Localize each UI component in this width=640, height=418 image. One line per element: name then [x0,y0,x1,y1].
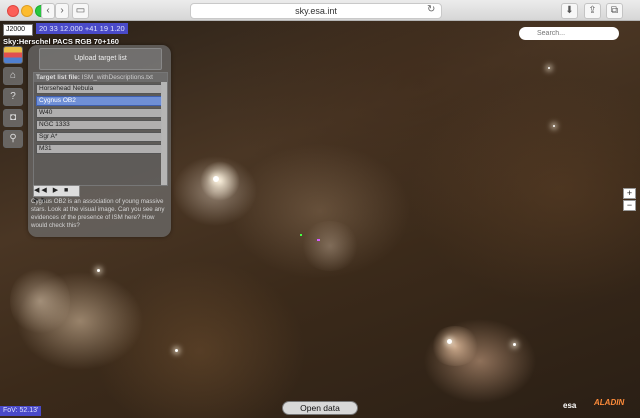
target-list-panel: Upload target list Target list file: ISM… [28,45,171,237]
star [447,339,452,344]
target-list-label: Target list file: [36,74,80,81]
list-item[interactable]: W40 [36,108,162,118]
frame-select[interactable]: J2000 [3,24,33,36]
list-item-selected[interactable]: Cygnus OB2 [36,96,162,106]
tool-panel: ⌂ ? ◘ ⚲ [3,46,23,151]
upload-target-list-button[interactable]: Upload target list [39,48,162,70]
help-button[interactable]: ? [3,88,23,106]
share-button[interactable]: ⇪ [584,3,601,19]
address-bar[interactable]: sky.esa.int [190,3,442,19]
nebula-glow [200,161,240,201]
sidebar-icon: ▭ [75,5,86,16]
refresh-icon[interactable]: ↻ [427,4,435,15]
sidebar-toggle-button[interactable]: ▭ [72,3,89,19]
walker-icon: ⚲ [9,133,17,144]
aladin-logo: ALADIN [594,398,625,407]
close-window-button[interactable] [7,5,19,17]
playback-controls[interactable]: ◀◀ ▶ ■ ▶▶ [33,185,80,204]
coordinates-readout: 20 33 12.000 +41 19 1.20 [36,23,128,34]
target-marker [300,234,302,236]
layers-button[interactable] [3,46,23,64]
list-item[interactable]: Sgr A* [36,132,162,142]
downloads-button[interactable]: ⬇ [561,3,578,19]
target-description: Cygnus OB2 is an association of young ma… [31,198,165,229]
list-item[interactable]: Horsehead Nebula [36,84,162,94]
screenshot-button[interactable]: ◘ [3,109,23,127]
nebula-glow [430,326,480,366]
share-icon: ⇪ [588,5,597,16]
fov-readout: FoV: 52.13' [0,406,42,416]
open-data-button[interactable]: Open data [282,401,358,415]
list-item[interactable]: M31 [36,144,162,154]
star [513,343,516,346]
minimize-window-button[interactable] [21,5,33,17]
download-icon: ⬇ [565,5,574,16]
target-list-header: Target list file: ISM_withDescriptions.t… [34,73,167,82]
zoom-out-button[interactable]: − [623,200,636,211]
explorer-button[interactable]: ⚲ [3,130,23,148]
star [175,349,178,352]
star [213,176,219,182]
chevron-left-icon: ‹ [46,5,50,16]
chevron-right-icon: › [60,5,64,16]
target-marker [317,239,320,241]
target-list-file: ISM_withDescriptions.txt [81,74,153,81]
target-list: Target list file: ISM_withDescriptions.t… [33,72,168,186]
star [97,269,100,272]
back-button[interactable]: ‹ [41,3,55,19]
question-icon: ? [10,91,16,102]
tabs-icon: ⧉ [610,5,619,16]
list-scrollbar[interactable] [161,82,167,185]
star [548,67,550,69]
esa-logo: esa [563,401,577,410]
browser-toolbar: ‹ › ▭ sky.esa.int ↻ ⬇ ⇪ ⧉ [0,0,640,21]
camera-icon: ◘ [9,112,17,123]
nebula-glow [300,221,360,271]
tabs-button[interactable]: ⧉ [606,3,623,19]
upload-button[interactable]: ⌂ [3,67,23,85]
nebula-glow [10,266,70,336]
star [553,125,555,127]
house-icon: ⌂ [9,70,17,81]
forward-button[interactable]: › [55,3,69,19]
search-input[interactable] [519,27,619,40]
zoom-in-button[interactable]: + [623,188,636,199]
list-item[interactable]: NGC 1333 [36,120,162,130]
